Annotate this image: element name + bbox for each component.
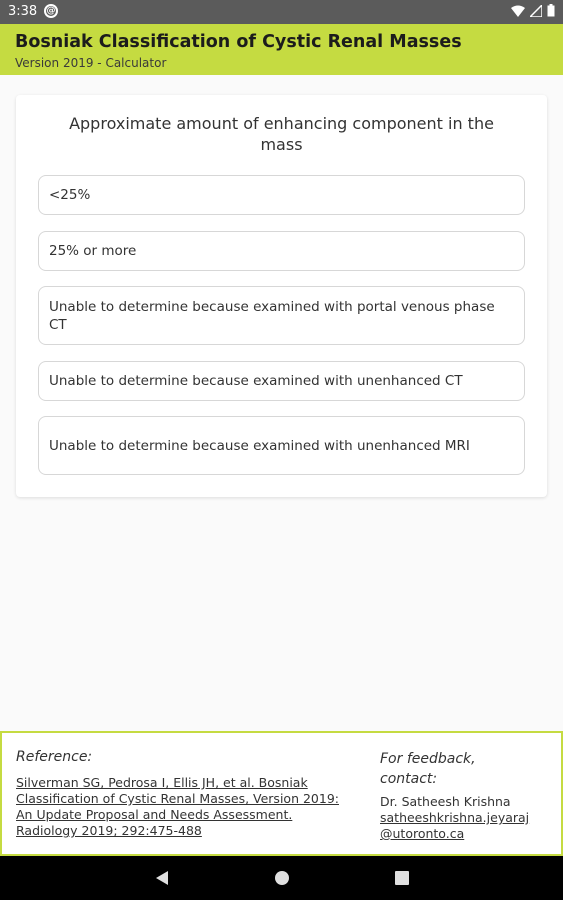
option-portal-venous-ct[interactable]: Unable to determine because examined wit… xyxy=(38,286,525,345)
status-bar: 3:38 @ xyxy=(0,0,563,24)
option-label: Unable to determine because examined wit… xyxy=(49,373,463,389)
reference-link[interactable]: Silverman SG, Pedrosa I, Ellis JH, et al… xyxy=(16,775,356,839)
battery-icon xyxy=(547,4,555,17)
app-bar: Bosniak Classification of Cystic Renal M… xyxy=(0,24,563,75)
notification-icon: @ xyxy=(44,4,58,18)
option-less-than-25[interactable]: <25% xyxy=(38,175,525,215)
contact-email-link[interactable]: satheeshkrishna.jeyaraj@utoronto.ca xyxy=(380,810,530,842)
home-icon[interactable] xyxy=(274,870,290,886)
question-card: Approximate amount of enhancing componen… xyxy=(16,95,547,497)
back-icon[interactable] xyxy=(155,870,169,886)
status-icons xyxy=(511,4,555,17)
question-text: Approximate amount of enhancing componen… xyxy=(69,114,494,154)
navigation-bar xyxy=(0,856,563,900)
contact-name: Dr. Satheesh Krishna xyxy=(380,794,511,809)
option-label: Unable to determine because examined wit… xyxy=(49,437,470,454)
option-label: 25% or more xyxy=(49,243,137,259)
option-unenhanced-ct[interactable]: Unable to determine because examined wit… xyxy=(38,361,525,401)
footer: Reference: Silverman SG, Pedrosa I, Elli… xyxy=(0,731,563,856)
app-subtitle: Version 2019 - Calculator xyxy=(15,56,167,70)
option-label: <25% xyxy=(49,187,91,203)
feedback-label: For feedback, contact: xyxy=(380,751,476,787)
recents-icon[interactable] xyxy=(395,871,409,885)
reference-label: Reference: xyxy=(16,749,93,765)
app-title: Bosniak Classification of Cystic Renal M… xyxy=(15,32,462,52)
option-25-or-more[interactable]: 25% or more xyxy=(38,231,525,271)
wifi-icon xyxy=(511,5,525,17)
signal-icon xyxy=(530,4,542,17)
option-unenhanced-mri[interactable]: Unable to determine because examined wit… xyxy=(38,416,525,475)
option-label: Unable to determine because examined wit… xyxy=(49,298,495,333)
status-time: 3:38 xyxy=(8,4,38,19)
